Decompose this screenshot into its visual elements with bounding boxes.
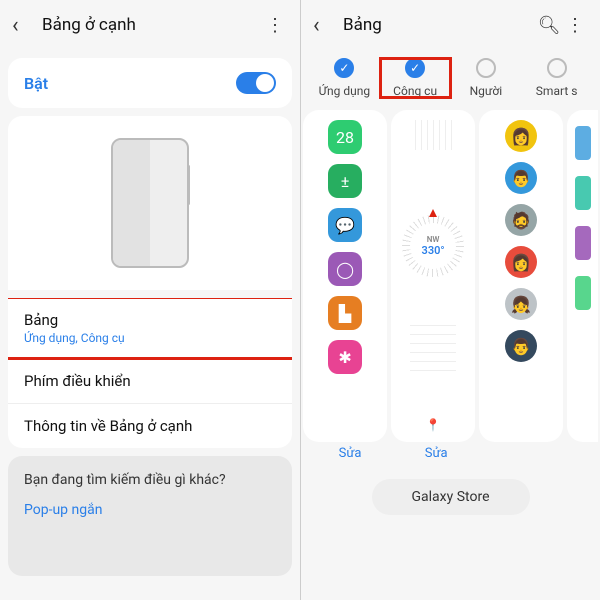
app-icon: 💬 bbox=[328, 208, 362, 242]
edit-link[interactable]: Sửa bbox=[309, 446, 391, 461]
page-title: Bảng ở cạnh bbox=[42, 15, 262, 35]
avatar: 👧 bbox=[505, 288, 537, 320]
smart-panel-preview[interactable] bbox=[567, 110, 598, 442]
edit-spacer bbox=[567, 446, 592, 461]
right-header: ‹ Bảng 🔍︎ ⋮ bbox=[301, 0, 600, 50]
tab-tools[interactable]: ✓ Công cụ bbox=[380, 58, 451, 98]
apps-panel-preview[interactable]: 28 ± 💬 ◯ ▙ ✱ bbox=[303, 110, 387, 442]
panels-pane: ‹ Bảng 🔍︎ ⋮ ✓ Ứng dụng ✓ Công cụ Người S… bbox=[300, 0, 600, 600]
avatar: 👩 bbox=[505, 246, 537, 278]
widget-icon bbox=[575, 176, 591, 210]
ruler-icon bbox=[410, 120, 456, 150]
edit-link[interactable]: Sửa bbox=[395, 446, 477, 461]
avatar: 👩 bbox=[505, 120, 537, 152]
suggestion-link[interactable]: Pop-up ngắn bbox=[24, 502, 276, 518]
app-icon: ✱ bbox=[328, 340, 362, 374]
compass-icon: NW 330° bbox=[402, 215, 464, 277]
back-icon[interactable]: ‹ bbox=[12, 13, 36, 38]
more-icon[interactable]: ⋮ bbox=[562, 15, 588, 36]
search-icon[interactable]: 🔍︎ bbox=[536, 15, 562, 36]
app-icon: ◯ bbox=[328, 252, 362, 286]
phone-illustration bbox=[111, 138, 189, 268]
master-toggle-card: Bật bbox=[8, 58, 292, 108]
panel-tabs: ✓ Ứng dụng ✓ Công cụ Người Smart s bbox=[301, 50, 600, 102]
app-icon: 28 bbox=[328, 120, 362, 154]
list-item-about[interactable]: Thông tin về Bảng ở cạnh bbox=[8, 403, 292, 448]
avatar: 👨 bbox=[505, 162, 537, 194]
people-panel-preview[interactable]: 👩 👨 🧔 👩 👧 👨 bbox=[479, 110, 563, 442]
galaxy-store-button[interactable]: Galaxy Store bbox=[372, 479, 530, 515]
suggestion-card: Bạn đang tìm kiếm điều gì khác? Pop-up n… bbox=[8, 456, 292, 576]
check-icon: ✓ bbox=[334, 58, 354, 78]
tab-people[interactable]: Người bbox=[451, 58, 522, 98]
more-icon[interactable]: ⋮ bbox=[262, 15, 288, 36]
check-icon bbox=[476, 58, 496, 78]
back-icon[interactable]: ‹ bbox=[313, 13, 337, 38]
left-header: ‹ Bảng ở cạnh ⋮ bbox=[0, 0, 300, 50]
list-item-handle[interactable]: Phím điều khiển bbox=[8, 358, 292, 403]
tab-smart[interactable]: Smart s bbox=[521, 58, 592, 98]
list-item-panels[interactable]: Bảng Ứng dụng, Công cụ bbox=[8, 298, 292, 358]
check-icon bbox=[547, 58, 567, 78]
widget-icon bbox=[575, 126, 591, 160]
edit-spacer bbox=[481, 446, 563, 461]
page-title: Bảng bbox=[343, 15, 536, 35]
settings-list: Bảng Ứng dụng, Công cụ Phím điều khiển T… bbox=[8, 298, 292, 448]
widget-icon bbox=[575, 276, 591, 310]
location-icon: 📍 bbox=[426, 418, 441, 432]
settings-pane: ‹ Bảng ở cạnh ⋮ Bật Bảng Ứng dụng, Công … bbox=[0, 0, 300, 600]
widget-icon bbox=[575, 226, 591, 260]
suggestion-question: Bạn đang tìm kiếm điều gì khác? bbox=[24, 472, 276, 488]
master-switch[interactable] bbox=[236, 72, 276, 94]
avatar: 👨 bbox=[505, 330, 537, 362]
tab-apps[interactable]: ✓ Ứng dụng bbox=[309, 58, 380, 98]
toggle-label: Bật bbox=[24, 74, 48, 93]
check-icon: ✓ bbox=[405, 58, 425, 78]
app-icon: ▙ bbox=[328, 296, 362, 330]
panel-previews: 28 ± 💬 ◯ ▙ ✱ NW 330° 📍 bbox=[301, 102, 600, 442]
app-icon: ± bbox=[328, 164, 362, 198]
preview-card bbox=[8, 116, 292, 290]
tools-panel-preview[interactable]: NW 330° 📍 bbox=[391, 110, 475, 442]
avatar: 🧔 bbox=[505, 204, 537, 236]
edit-row: Sửa Sửa bbox=[301, 442, 600, 473]
ruler-icon bbox=[410, 317, 456, 377]
